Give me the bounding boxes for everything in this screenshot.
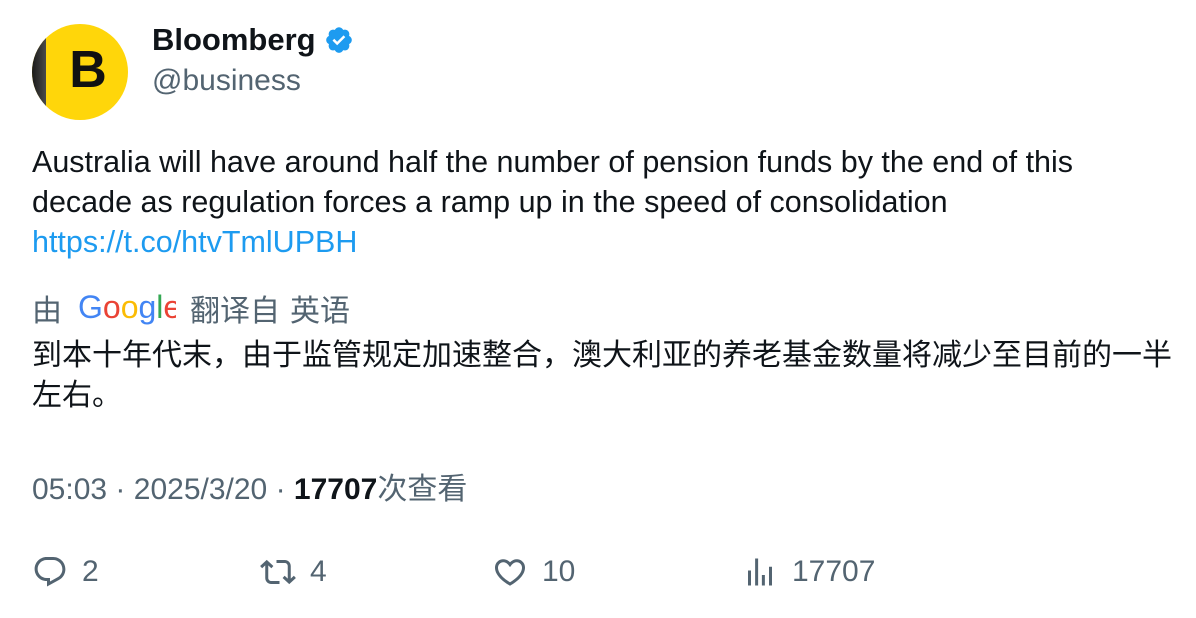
reply-button[interactable]: 2 bbox=[32, 548, 99, 596]
tweet-text: Australia will have around half the numb… bbox=[32, 142, 1172, 262]
source-language: 英语 bbox=[290, 295, 350, 328]
author-name-text: Bloomberg bbox=[152, 22, 316, 57]
meta-separator: · bbox=[115, 473, 126, 506]
translated-by-label: 由 bbox=[32, 295, 62, 328]
avatar[interactable]: B bbox=[32, 24, 128, 120]
tweet-link[interactable]: https://t.co/htvTmlUPBH bbox=[32, 222, 1172, 262]
tweet-date[interactable]: 2025/3/20 bbox=[134, 473, 267, 506]
google-logo: Google bbox=[78, 290, 176, 326]
views-label: 次查看 bbox=[377, 473, 468, 506]
action-bar: 2 4 10 17707 bbox=[32, 548, 1172, 596]
avatar-letter: B bbox=[69, 41, 107, 99]
avatar-shade bbox=[32, 24, 46, 120]
like-count: 10 bbox=[542, 555, 576, 588]
retweet-icon bbox=[260, 559, 296, 585]
tweet-body: Australia will have around half the numb… bbox=[32, 145, 1074, 219]
reply-count: 2 bbox=[82, 555, 99, 588]
like-icon bbox=[494, 559, 526, 586]
tweet-time[interactable]: 05:03 bbox=[32, 473, 107, 506]
like-button[interactable]: 10 bbox=[492, 548, 575, 596]
reply-icon bbox=[34, 557, 66, 587]
translated-from-label: 翻译自 bbox=[190, 295, 280, 328]
retweet-button[interactable]: 4 bbox=[260, 548, 327, 596]
translation-attribution: 由 Google 翻译自 英语 bbox=[32, 288, 350, 328]
verified-badge-icon bbox=[324, 25, 354, 55]
author-handle[interactable]: @business bbox=[152, 64, 301, 98]
translated-text: 到本十年代末，由于监管规定加速整合，澳大利亚的养老基金数量将减少至目前的一半左右… bbox=[32, 339, 1172, 412]
retweet-count: 4 bbox=[310, 555, 327, 588]
author-name[interactable]: Bloomberg bbox=[152, 22, 354, 58]
views-icon bbox=[748, 558, 772, 586]
views-button[interactable]: 17707 bbox=[742, 548, 875, 596]
meta-separator: · bbox=[275, 473, 286, 506]
svg-text:Google: Google bbox=[78, 290, 176, 325]
views-action-count: 17707 bbox=[792, 555, 876, 588]
views-count: 17707 bbox=[293, 473, 378, 506]
tweet-meta: 05:03 · 2025/3/20 · 17707次查看 bbox=[32, 464, 467, 508]
